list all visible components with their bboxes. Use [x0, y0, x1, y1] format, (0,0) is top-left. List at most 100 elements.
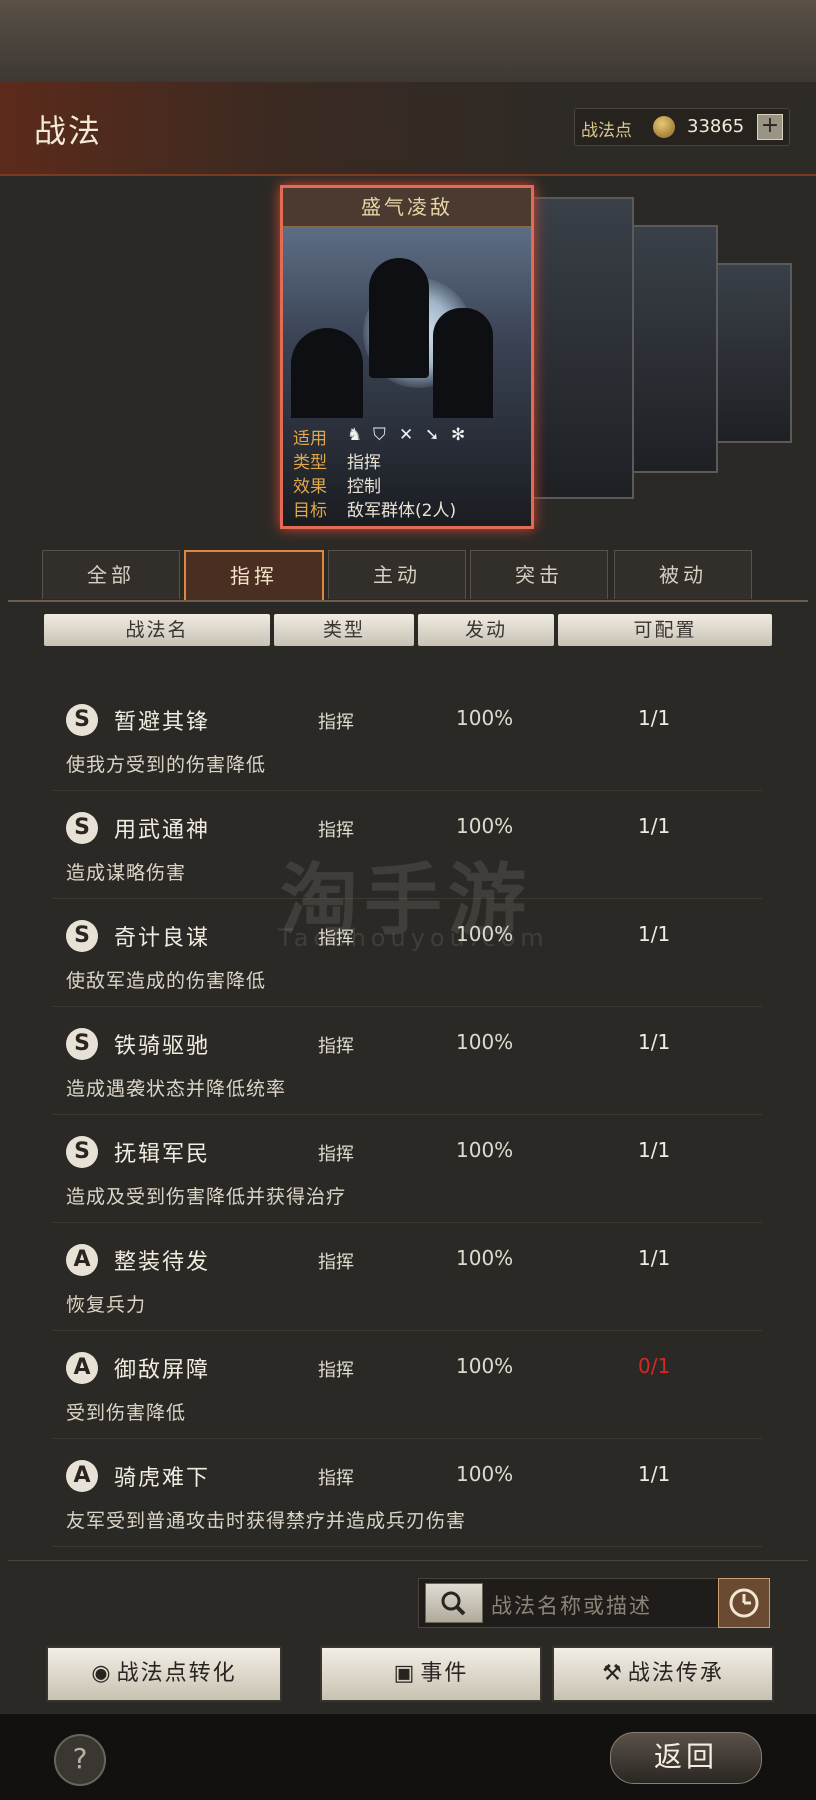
- tab-active[interactable]: 主动: [328, 550, 466, 599]
- skill-points-label: 战法点: [581, 121, 632, 141]
- card-apply-row: 适用 ♞ ⛉ ✕ ➘ ✻: [289, 424, 525, 449]
- card-target-row: 目标 敌军群体(2人): [289, 496, 525, 521]
- list-item[interactable]: A 御敌屏障 指挥 100% 0/1 受到伤害降低: [52, 1334, 762, 1439]
- cavalry-icon: ♞: [347, 425, 363, 445]
- skill-name: 暂避其锋: [114, 710, 211, 735]
- wheel-icon: ✻: [451, 425, 466, 445]
- type-value: 指挥: [347, 453, 381, 473]
- list-item[interactable]: A 整装待发 指挥 100% 1/1 恢复兵力: [52, 1226, 762, 1331]
- skill-description: 造成谋略伤害: [66, 862, 187, 884]
- events-button[interactable]: ▣ 事件: [320, 1646, 542, 1702]
- skill-type: 指挥: [318, 1360, 354, 1381]
- selected-skill-card[interactable]: 盛气凌敌 适用 ♞ ⛉ ✕ ➘ ✻ 类型 指挥 效果 控制 目标 敌军群体(2人): [280, 185, 534, 529]
- list-item[interactable]: S 铁骑驱驰 指挥 100% 1/1 造成遇袭状态并降低统率: [52, 1010, 762, 1115]
- list-divider: [8, 1560, 808, 1561]
- skill-points-value: 33865: [687, 116, 745, 137]
- inherit-label: 战法传承: [627, 1661, 724, 1686]
- help-button[interactable]: ?: [54, 1734, 106, 1786]
- skill-description: 使敌军造成的伤害降低: [66, 970, 267, 992]
- top-banner: [0, 0, 816, 82]
- card-art-soldier: [291, 328, 363, 418]
- skill-type: 指挥: [318, 1468, 354, 1489]
- header: 战法 战法点 33865 +: [0, 82, 816, 176]
- apply-key: 适用: [293, 429, 327, 449]
- skill-slots: 0/1: [638, 1354, 671, 1378]
- apply-icons: ♞ ⛉ ✕ ➘ ✻: [347, 425, 477, 445]
- skill-slots: 1/1: [638, 922, 671, 946]
- skill-description: 造成遇袭状态并降低统率: [66, 1078, 287, 1100]
- bow-icon: ✕: [399, 425, 414, 445]
- rank-badge: S: [66, 920, 98, 952]
- skill-list[interactable]: S 暂避其锋 指挥 100% 1/1 使我方受到的伤害降低 S 用武通神 指挥 …: [8, 658, 808, 1558]
- skill-name: 整装待发: [114, 1250, 211, 1275]
- effect-value: 控制: [347, 477, 381, 497]
- rank-badge: S: [66, 704, 98, 736]
- skill-points-box: 战法点 33865 +: [574, 108, 790, 146]
- skill-card-carousel[interactable]: 盛气凌敌 适用 ♞ ⛉ ✕ ➘ ✻ 类型 指挥 效果 控制 目标 敌军群体(2人): [280, 183, 816, 529]
- skill-description: 恢复兵力: [66, 1294, 147, 1316]
- convert-points-button[interactable]: ◉ 战法点转化: [46, 1646, 282, 1702]
- card-title: 盛气凌敌: [361, 195, 453, 219]
- skill-slots: 1/1: [638, 814, 671, 838]
- column-name[interactable]: 战法名: [44, 614, 270, 646]
- flame-icon: ◉: [91, 1661, 113, 1686]
- card-type-row: 类型 指挥: [289, 448, 525, 473]
- rank-badge: S: [66, 1136, 98, 1168]
- rank-badge: A: [66, 1352, 98, 1384]
- back-button[interactable]: 返回: [610, 1732, 762, 1784]
- search-icon: [441, 1591, 466, 1616]
- list-item[interactable]: S 抚辑军民 指挥 100% 1/1 造成及受到伤害降低并获得治疗: [52, 1118, 762, 1223]
- skill-trigger-rate: 100%: [456, 1246, 514, 1270]
- skill-description: 造成及受到伤害降低并获得治疗: [66, 1186, 347, 1208]
- coin-icon: [653, 116, 675, 138]
- rank-badge: S: [66, 1028, 98, 1060]
- skill-type: 指挥: [318, 1036, 354, 1057]
- skill-trigger-rate: 100%: [456, 1354, 514, 1378]
- effect-key: 效果: [293, 477, 327, 497]
- list-item[interactable]: S 暂避其锋 指挥 100% 1/1 使我方受到的伤害降低: [52, 686, 762, 791]
- search-button[interactable]: [425, 1583, 483, 1623]
- target-value: 敌军群体(2人): [347, 501, 457, 521]
- spear-icon: ➘: [425, 425, 440, 445]
- column-trigger[interactable]: 发动: [418, 614, 554, 646]
- skill-slots: 1/1: [638, 1462, 671, 1486]
- skill-type: 指挥: [318, 1252, 354, 1273]
- card-title-bar: 盛气凌敌: [283, 188, 531, 227]
- footer: ? 返回: [0, 1714, 816, 1800]
- card-art-soldier: [433, 308, 493, 418]
- skill-type: 指挥: [318, 712, 354, 733]
- rank-badge: A: [66, 1244, 98, 1276]
- tab-divider: [8, 600, 808, 602]
- skill-slots: 1/1: [638, 1246, 671, 1270]
- category-tabs: 全部 指挥 主动 突击 被动: [38, 550, 778, 602]
- list-item[interactable]: A 骑虎难下 指挥 100% 1/1 友军受到普通攻击时获得禁疗并造成兵刃伤害: [52, 1442, 762, 1547]
- shield-icon: ⛉: [373, 425, 386, 445]
- column-type[interactable]: 类型: [274, 614, 414, 646]
- tab-passive[interactable]: 被动: [614, 550, 752, 599]
- column-headers: 战法名 类型 发动 可配置: [44, 614, 772, 648]
- skill-trigger-rate: 100%: [456, 814, 514, 838]
- events-label: 事件: [420, 1661, 469, 1686]
- skill-slots: 1/1: [638, 706, 671, 730]
- tab-command[interactable]: 指挥: [184, 550, 324, 602]
- card-art-rider: [369, 258, 429, 378]
- inherit-button[interactable]: ⚒ 战法传承: [552, 1646, 774, 1702]
- add-points-button[interactable]: +: [757, 114, 783, 140]
- skill-type: 指挥: [318, 1144, 354, 1165]
- history-button[interactable]: [718, 1578, 770, 1628]
- skill-trigger-rate: 100%: [456, 1462, 514, 1486]
- watermark-url: Taoshouyou.com: [278, 924, 549, 952]
- skill-trigger-rate: 100%: [456, 706, 514, 730]
- skill-name: 抚辑军民: [114, 1142, 211, 1167]
- search-input[interactable]: 战法名称或描述: [491, 1590, 652, 1620]
- tab-assault[interactable]: 突击: [470, 550, 608, 599]
- clock-icon: [729, 1588, 759, 1618]
- skill-name: 骑虎难下: [114, 1466, 211, 1491]
- rank-badge: A: [66, 1460, 98, 1492]
- skill-name: 铁骑驱驰: [114, 1034, 211, 1059]
- page-title: 战法: [34, 112, 103, 150]
- skill-slots: 1/1: [638, 1138, 671, 1162]
- tab-all[interactable]: 全部: [42, 550, 180, 599]
- hammer-icon: ⚒: [602, 1661, 624, 1686]
- column-configurable[interactable]: 可配置: [558, 614, 772, 646]
